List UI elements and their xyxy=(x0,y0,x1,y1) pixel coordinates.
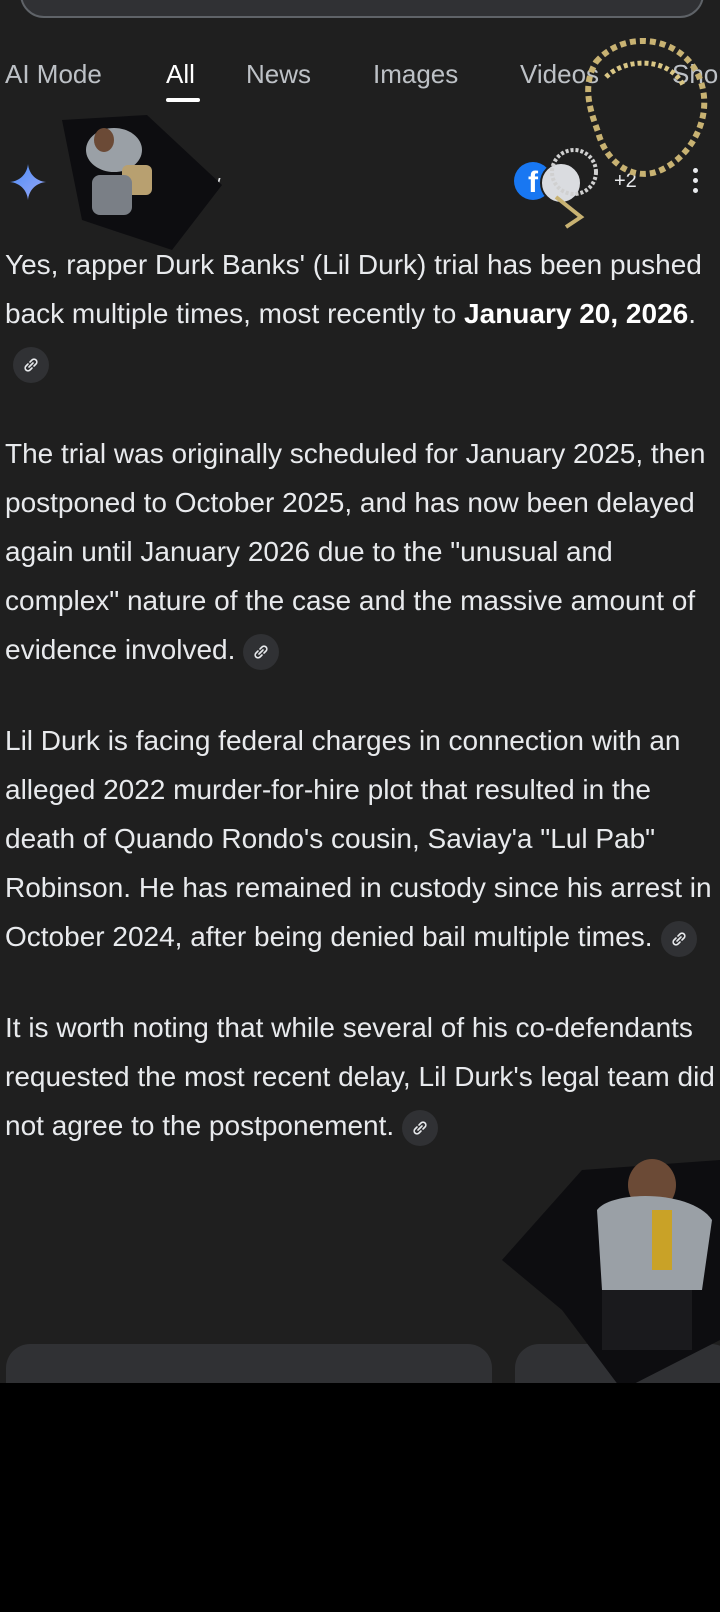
tab-all[interactable]: All xyxy=(166,59,195,90)
chain-portrait-sticker-image xyxy=(550,38,708,229)
answer-paragraph-2: The trial was originally scheduled for J… xyxy=(5,429,717,674)
search-bar[interactable] xyxy=(20,0,704,18)
rapper-sticker-image-2 xyxy=(502,1159,720,1383)
answer-paragraph-3: Lil Durk is facing federal charges in co… xyxy=(5,716,717,961)
link-icon[interactable] xyxy=(402,1109,439,1146)
answer-paragraph-1: Yes, rapper Durk Banks' (Lil Durk) trial… xyxy=(5,240,717,387)
link-icon[interactable] xyxy=(243,633,280,670)
tab-ai-mode[interactable]: AI Mode xyxy=(5,59,102,90)
source-card-1[interactable] xyxy=(6,1344,492,1383)
tab-news[interactable]: News xyxy=(246,59,311,90)
gemini-sparkle-icon xyxy=(10,164,46,200)
rapper-sticker-image xyxy=(62,115,222,250)
tab-images[interactable]: Images xyxy=(373,59,458,90)
link-icon[interactable] xyxy=(660,920,697,957)
answer-paragraph-4: It is worth noting that while several of… xyxy=(5,1003,717,1150)
active-tab-indicator xyxy=(166,98,200,102)
ai-overview-answer: Yes, rapper Durk Banks' (Lil Durk) trial… xyxy=(5,240,717,1192)
search-results-screen: AI Mode All News Images Videos Shop w f … xyxy=(0,0,720,1383)
link-icon[interactable] xyxy=(13,346,49,383)
